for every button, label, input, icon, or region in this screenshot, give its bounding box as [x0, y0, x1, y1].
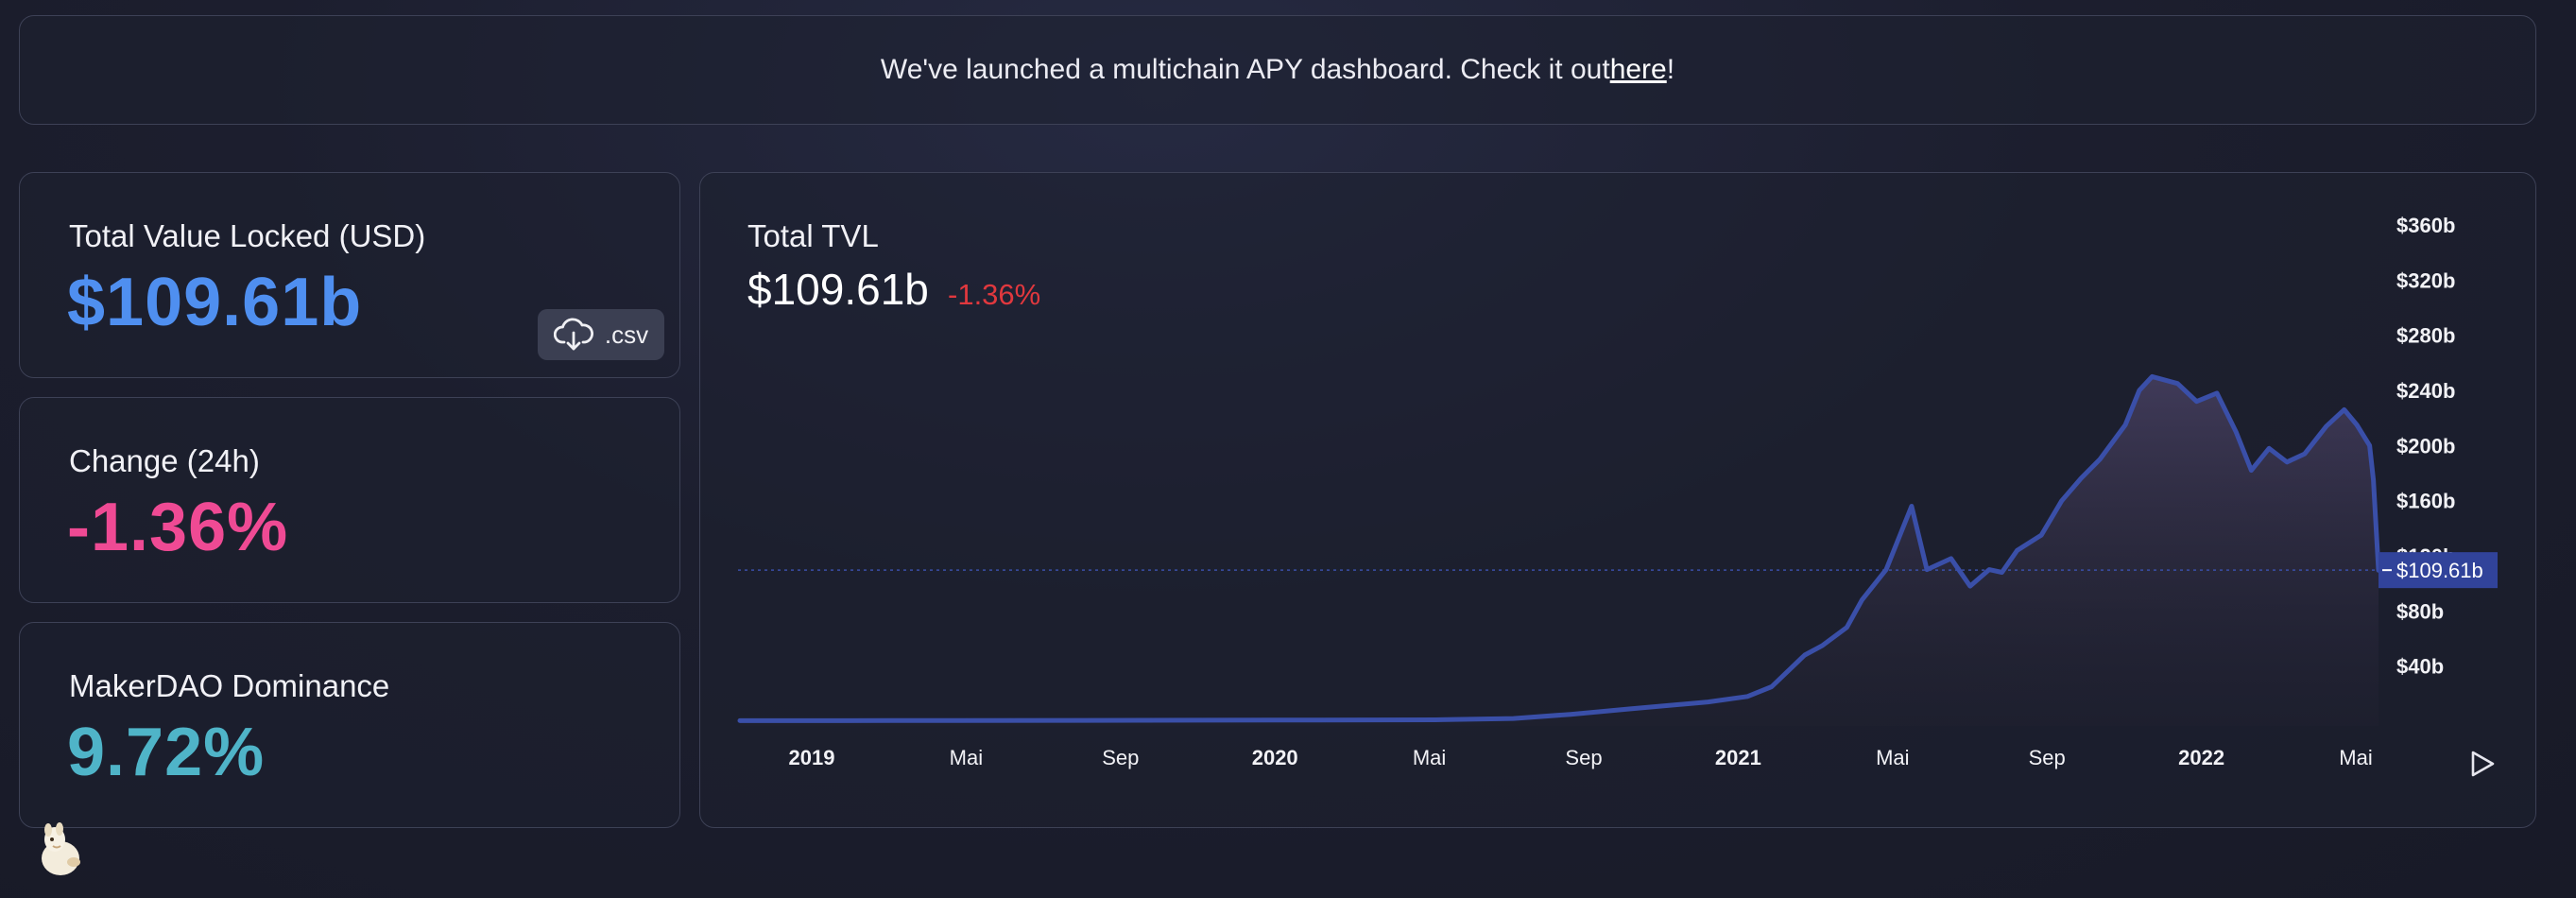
current-value-label: $109.61b [2396, 559, 2483, 582]
x-tick-label: Mai [1876, 746, 1909, 769]
csv-download-button[interactable]: .csv [538, 309, 664, 360]
tvl-chart[interactable]: $40b$80b$120b$160b$200b$240b$280b$320b$3… [700, 173, 2537, 829]
y-tick-label: $360b [2396, 214, 2455, 237]
tvl-area [740, 376, 2379, 726]
x-tick-label: Mai [950, 746, 983, 769]
x-tick-label: Sep [2029, 746, 2066, 769]
y-tick-label: $240b [2396, 379, 2455, 403]
announcement-text-end: ! [1666, 54, 1675, 85]
announcement-banner: We've launched a multichain APY dashboar… [19, 15, 2536, 125]
x-tick-label: 2019 [789, 746, 835, 769]
change-label: Change (24h) [69, 443, 260, 478]
llama-logo [42, 822, 80, 875]
tvl-chart-panel: $40b$80b$120b$160b$200b$240b$280b$320b$3… [699, 172, 2536, 828]
announcement-message: We've launched a multichain APY dashboar… [20, 16, 2535, 124]
y-tick-label: $320b [2396, 268, 2455, 292]
tvl-label: Total Value Locked (USD) [69, 218, 426, 253]
tvl-card: Total Value Locked (USD) $109.61b .csv [19, 172, 680, 378]
y-tick-label: $280b [2396, 324, 2455, 348]
x-tick-label: Sep [1565, 746, 1602, 769]
play-button[interactable] [2467, 748, 2498, 780]
x-tick-label: 2021 [1715, 746, 1761, 769]
chart-change-value: -1.36% [948, 278, 1041, 311]
x-tick-label: 2022 [2178, 746, 2224, 769]
chart-total-value: $109.61b [747, 265, 929, 314]
x-tick-label: Mai [1413, 746, 1446, 769]
x-tick-label: Sep [1102, 746, 1139, 769]
y-tick-label: $160b [2396, 490, 2455, 513]
x-tick-label: 2020 [1252, 746, 1298, 769]
announcement-link[interactable]: here [1610, 54, 1667, 86]
play-icon [2471, 751, 2495, 777]
chart-title: Total TVL [747, 218, 879, 253]
cloud-download-icon [553, 318, 593, 351]
dominance-value: 9.72% [67, 715, 266, 790]
tvl-value: $109.61b [67, 265, 363, 340]
x-tick-label: Mai [2339, 746, 2372, 769]
y-tick-label: $40b [2396, 655, 2444, 679]
y-tick-label: $80b [2396, 599, 2444, 623]
change-value: -1.36% [67, 490, 289, 565]
current-value-tag: $109.61b [2379, 552, 2498, 589]
y-tick-label: $200b [2396, 434, 2455, 458]
announcement-text: We've launched a multichain APY dashboar… [880, 54, 1610, 85]
dominance-card: MakerDAO Dominance 9.72% [19, 622, 680, 828]
change-card: Change (24h) -1.36% [19, 397, 680, 603]
dominance-label: MakerDAO Dominance [69, 668, 390, 703]
csv-label: .csv [604, 319, 649, 349]
